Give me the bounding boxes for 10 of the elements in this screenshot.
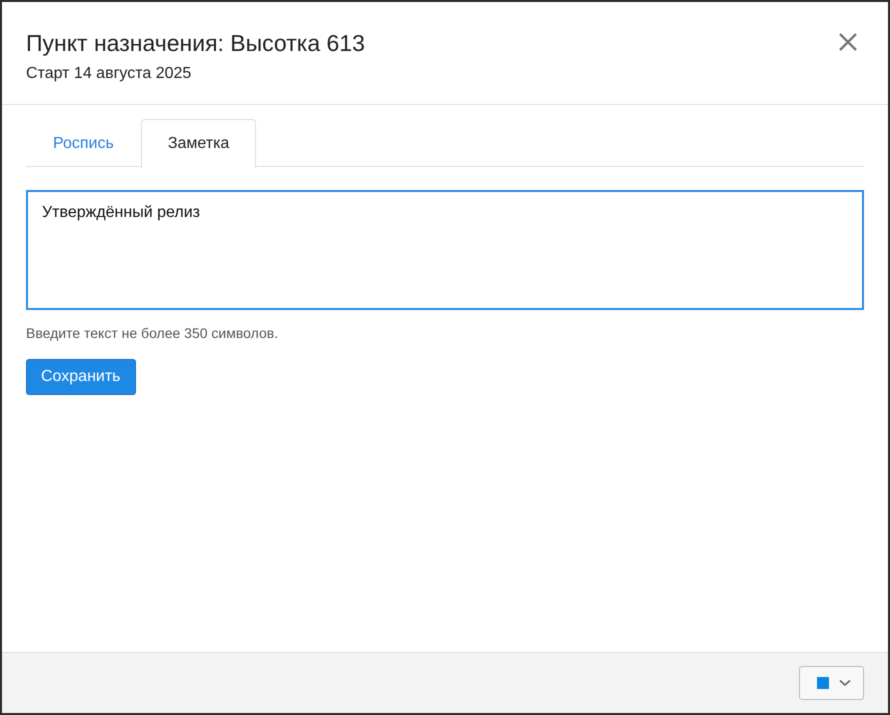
close-icon[interactable] [838,32,858,52]
hint-text: Введите текст не более 350 символов. [26,325,280,341]
dialog-subtitle: Старт 14 августа 2025 [26,65,192,83]
tab[interactable]: Роспись [26,119,141,166]
save-button[interactable]: Сохранить [26,359,136,395]
caret-icon [839,679,851,687]
dialog-title: Пункт назначения: Высотка 613 [26,29,365,57]
color-picker[interactable] [799,666,864,700]
tab[interactable]: Заметка [140,119,256,168]
note-field[interactable]: Утверждённый релиз [26,190,864,310]
